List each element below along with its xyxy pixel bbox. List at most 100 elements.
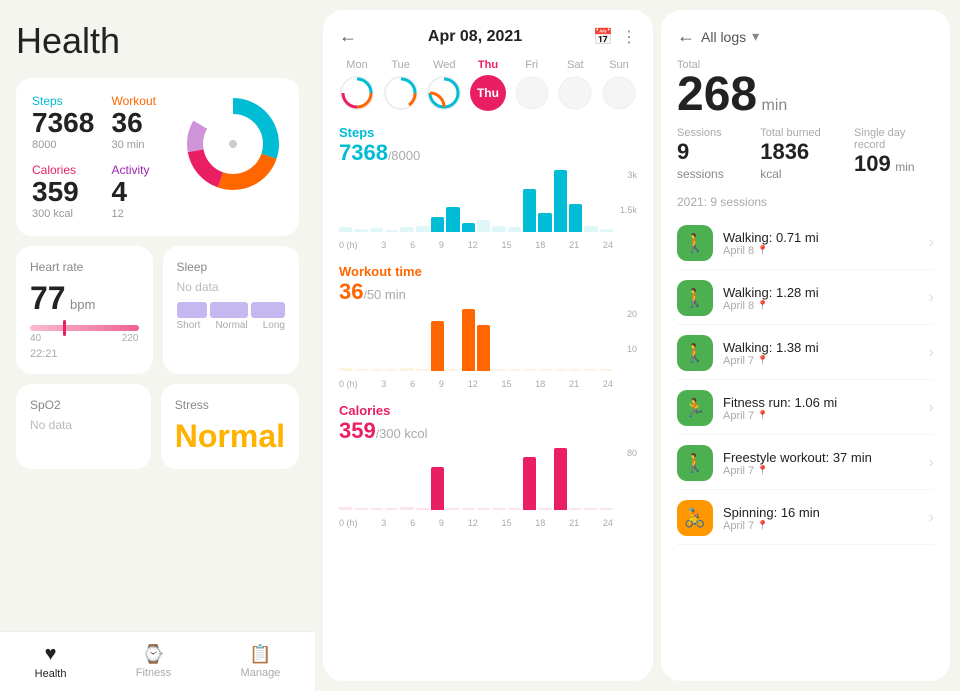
activity-list: 🚶 Walking: 0.71 mi April 8 📍 › 🚶 Walking…	[677, 217, 934, 665]
day-wed-circle	[426, 75, 462, 111]
heart-max: 220	[122, 333, 139, 344]
all-logs-link[interactable]: All logs	[701, 29, 746, 45]
activity-item[interactable]: 🚶 Walking: 1.28 mi April 8 📍 ›	[677, 272, 934, 325]
workout-chart-value-line: 36/50 min	[339, 279, 637, 305]
activity-info-4: Fitness run: 1.06 mi April 7 📍	[723, 395, 929, 422]
steps-value: 7368	[32, 108, 104, 139]
sleep-label-normal: Normal	[215, 320, 247, 331]
activity-item[interactable]: 🏃 Fitness run: 1.06 mi April 7 📍 ›	[677, 382, 934, 435]
activity-item[interactable]: 🚶 Walking: 0.71 mi April 8 📍 ›	[677, 217, 934, 270]
activity-name-6: Spinning: 16 min	[723, 505, 929, 520]
activity-name-3: Walking: 1.38 mi	[723, 340, 929, 355]
activity-date-3: April 7 📍	[723, 355, 929, 367]
stats-grid: Steps 7368 8000 Workout 36 30 min Calori…	[32, 94, 183, 220]
steps-max-label: 3k	[627, 170, 637, 180]
heart-bar: 40 220	[30, 325, 139, 344]
single-day-value: 109	[854, 151, 891, 176]
burned-unit: kcal	[760, 167, 781, 181]
sleep-bar-3	[251, 302, 285, 318]
sleep-card: Sleep No data Short Normal Long	[163, 246, 300, 374]
activity-info-6: Spinning: 16 min April 7 📍	[723, 505, 929, 532]
day-thu-text: Thu	[477, 86, 499, 100]
steps-chart-title: Steps	[339, 125, 637, 140]
steps-mid-label: 1.5k	[620, 205, 637, 215]
activity-stat: Activity 4 12	[112, 163, 184, 220]
burned-summary: Total burned 1836 kcal	[760, 127, 830, 183]
day-mon-circle	[339, 75, 375, 111]
chevron-icon-2: ›	[929, 289, 934, 307]
chevron-icon-4: ›	[929, 399, 934, 417]
heart-rate-card: Heart rate 77 bpm 40 220 22:21	[16, 246, 153, 374]
activity-goal: 12	[112, 208, 184, 220]
activity-item[interactable]: 🚶 Walking: 1.38 mi April 7 📍 ›	[677, 327, 934, 380]
activity-item[interactable]: 🚴 Spinning: 16 min April 7 📍 ›	[677, 492, 934, 545]
steps-chart-area: 3k 1.5k	[339, 170, 637, 250]
nav-fitness[interactable]: ⌚ Fitness	[136, 644, 171, 679]
calendar-icon[interactable]: 📅	[593, 27, 613, 47]
back-arrow-icon[interactable]: ←	[677, 26, 695, 47]
calories-chart-goal: 300 kcol	[379, 426, 427, 441]
heart-bar-labels: 40 220	[30, 333, 139, 344]
day-thu-label: Thu	[478, 59, 498, 71]
total-unit: min	[762, 97, 788, 114]
left-main: Steps 7368 8000 Workout 36 30 min Calori…	[16, 78, 299, 671]
day-mon-label: Mon	[346, 59, 367, 71]
more-icon[interactable]: ⋮	[621, 27, 637, 47]
nav-health-label: Health	[35, 668, 67, 680]
day-fri[interactable]: Fri	[514, 59, 550, 111]
activity-date-2: April 8 📍	[723, 300, 929, 312]
summary-row: Sessions 9 sessions Total burned 1836 kc…	[677, 127, 934, 183]
steps-stat: Steps 7368 8000	[32, 94, 104, 151]
workout-chart-goal: 50 min	[367, 287, 406, 302]
single-day-unit: min	[895, 160, 914, 174]
sessions-summary: Sessions 9 sessions	[677, 127, 736, 183]
nav-fitness-label: Fitness	[136, 667, 171, 679]
day-tue[interactable]: Tue	[383, 59, 419, 111]
app-title: Health	[16, 20, 299, 62]
right-panel: ← All logs ▾ Total 268 min Sessions 9 se…	[661, 10, 950, 681]
health-icon: ♥	[45, 643, 57, 666]
day-thu[interactable]: Thu Thu	[470, 59, 506, 111]
calories-label: Calories	[32, 163, 104, 177]
walking-icon-2: 🚶	[677, 280, 713, 316]
activity-info-1: Walking: 0.71 mi April 8 📍	[723, 230, 929, 257]
nav-manage[interactable]: 📋 Manage	[241, 644, 281, 679]
running-icon: 🏃	[677, 390, 713, 426]
heart-rate-value: 77	[30, 280, 66, 316]
calories-chart-section: Calories 359/300 kcol 80	[339, 403, 637, 528]
right-header: ← All logs ▾	[677, 26, 934, 47]
day-sun[interactable]: Sun	[601, 59, 637, 111]
total-value-wrap: 268 min	[677, 71, 934, 119]
nav-manage-label: Manage	[241, 667, 281, 679]
steps-chart-value-line: 7368/8000	[339, 140, 637, 166]
workout-chart-section: Workout time 36/50 min 20 10	[339, 264, 637, 389]
day-mon[interactable]: Mon	[339, 59, 375, 111]
stress-card: Stress Normal	[161, 384, 299, 469]
chevron-icon-5: ›	[929, 454, 934, 472]
filter-icon[interactable]: ▾	[752, 28, 759, 45]
nav-health[interactable]: ♥ Health	[35, 643, 67, 680]
day-sat[interactable]: Sat	[557, 59, 593, 111]
prev-date-button[interactable]: ←	[339, 26, 357, 47]
day-sun-label: Sun	[609, 59, 629, 71]
activity-item[interactable]: 🚶 Freestyle workout: 37 min April 7 📍 ›	[677, 437, 934, 490]
stress-value: Normal	[175, 418, 285, 455]
steps-label: Steps	[32, 94, 104, 108]
day-wed[interactable]: Wed	[426, 59, 462, 111]
steps-chart-value: 7368	[339, 140, 388, 165]
activity-name-4: Fitness run: 1.06 mi	[723, 395, 929, 410]
spo2-card: SpO2 No data	[16, 384, 151, 469]
sleep-title: Sleep	[177, 260, 286, 274]
activity-info-3: Walking: 1.38 mi April 7 📍	[723, 340, 929, 367]
day-sat-circle	[557, 75, 593, 111]
workout-bars	[339, 309, 613, 371]
sleep-nodata: No data	[177, 280, 286, 294]
steps-x-labels: 0 (h)3691215182124	[339, 240, 613, 250]
heart-bar-indicator	[63, 320, 66, 336]
sessions-header: 2021: 9 sessions	[677, 195, 934, 209]
workout-x-labels: 0 (h)3691215182124	[339, 379, 613, 389]
steps-bars	[339, 170, 613, 232]
sleep-labels: Short Normal Long	[177, 320, 286, 331]
sleep-bars	[177, 302, 286, 318]
sessions-value: 9	[677, 139, 689, 164]
